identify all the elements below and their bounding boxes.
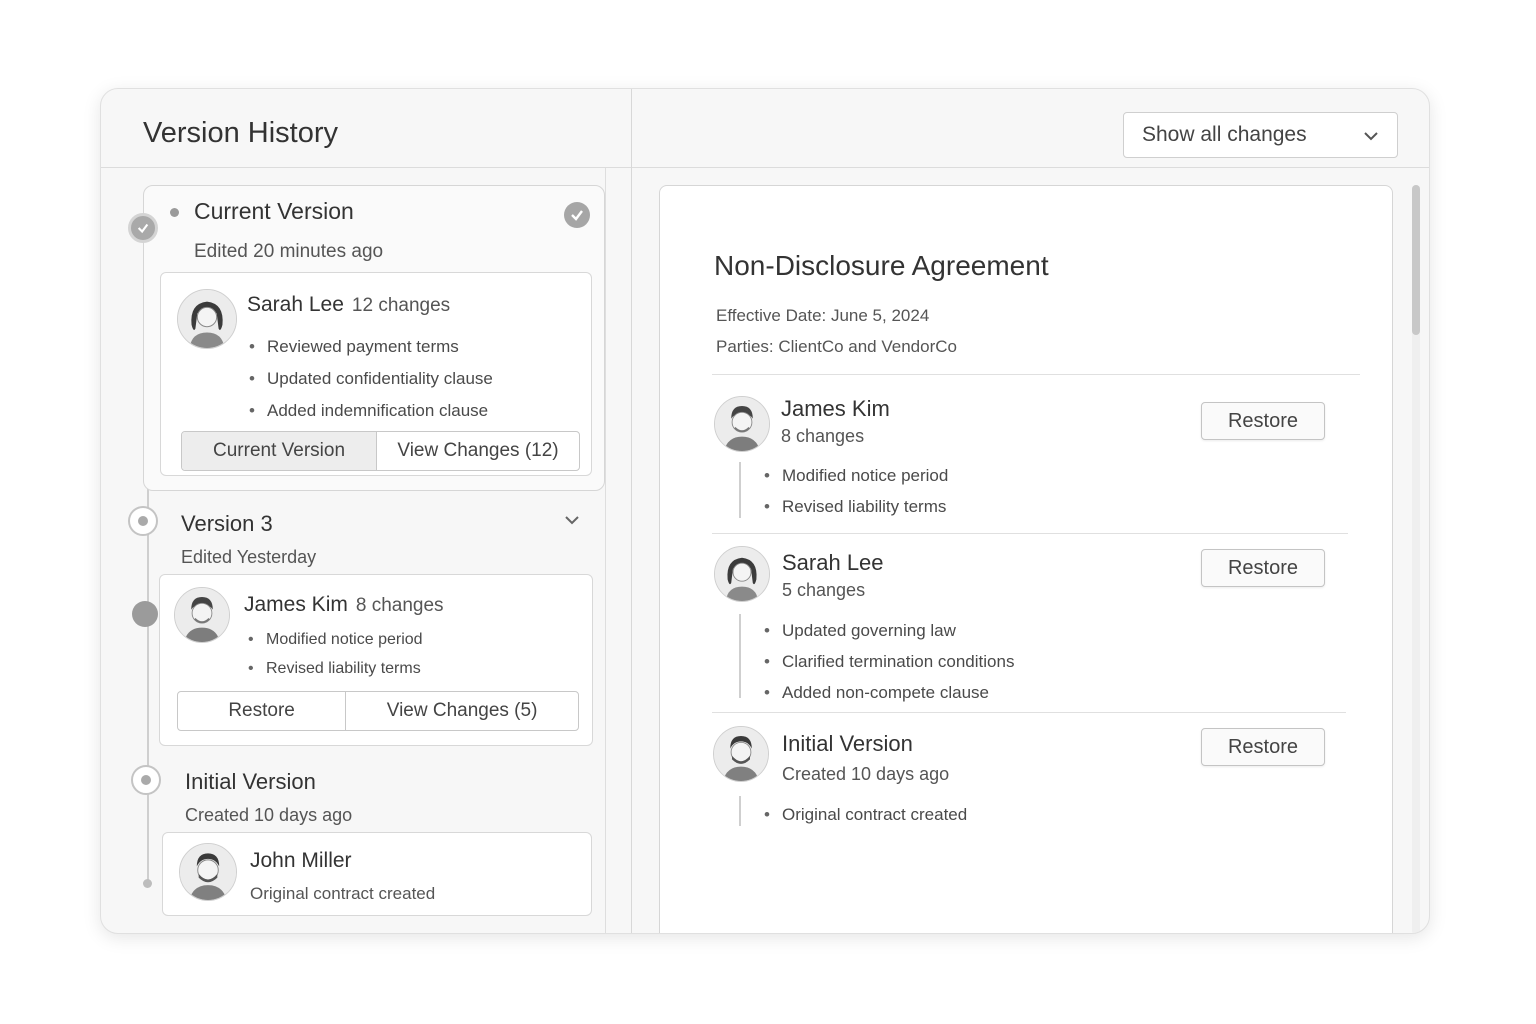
- initial-change-summary: John Miller Original contract created: [162, 832, 592, 916]
- list-item: Added indemnification clause: [249, 395, 493, 427]
- version-3-title: Version 3: [181, 511, 273, 536]
- avatar-icon: [714, 546, 770, 602]
- avatar-icon: [179, 843, 237, 901]
- list-item: Updated governing law: [764, 615, 1014, 646]
- entry-rule: [739, 796, 741, 826]
- panel-edge: [605, 168, 606, 933]
- timeline-node: [131, 765, 161, 795]
- view-changes-button[interactable]: View Changes (5): [345, 692, 578, 730]
- change-author: Sarah Lee 12 changes: [247, 293, 450, 317]
- document-preview: Non-Disclosure Agreement Effective Date:…: [659, 185, 1393, 933]
- check-icon: [564, 202, 590, 228]
- initial-note: Original contract created: [250, 884, 436, 903]
- avatar-icon: [177, 289, 237, 349]
- restore-button[interactable]: Restore: [1201, 549, 1325, 587]
- timeline-end: [143, 879, 152, 888]
- check-icon: [128, 213, 158, 243]
- change-author: James Kim 8 changes: [244, 593, 444, 617]
- entry-title: Initial Version: [782, 731, 913, 756]
- change-list: Reviewed payment terms Updated confident…: [249, 331, 493, 427]
- list-item: Revised liability terms: [248, 654, 423, 683]
- show-changes-select[interactable]: Show all changes: [1123, 112, 1398, 158]
- filter-selected-value: Show all changes: [1142, 123, 1307, 146]
- change-list: Modified notice period Revised liability…: [764, 460, 948, 522]
- current-version-title: Current Version: [194, 198, 354, 224]
- change-author: John Miller: [250, 849, 352, 873]
- change-count: 8 changes: [355, 595, 444, 616]
- chevron-down-icon: [1363, 123, 1379, 147]
- list-item: Modified notice period: [764, 460, 948, 491]
- initial-version-title: Initial Version: [185, 769, 316, 794]
- divider: [712, 533, 1348, 534]
- status-dot: [170, 208, 179, 217]
- view-changes-button[interactable]: View Changes (12): [376, 432, 579, 470]
- divider: [712, 712, 1346, 713]
- restore-button[interactable]: Restore: [1201, 728, 1325, 766]
- author-name: James Kim: [244, 593, 348, 616]
- page-title: Version History: [143, 117, 339, 149]
- entry-rule: [739, 614, 741, 698]
- entry-author: James Kim: [781, 396, 890, 421]
- entry-created: Created 10 days ago: [782, 764, 950, 784]
- entry-author: Sarah Lee: [782, 550, 884, 575]
- list-item: Updated confidentiality clause: [249, 363, 493, 395]
- entry-change-count: 8 changes: [781, 426, 865, 446]
- current-version-card[interactable]: Current Version Edited 20 minutes ago Sa…: [143, 185, 605, 491]
- version-3-actions: Restore View Changes (5): [177, 691, 579, 731]
- timeline-node: [128, 506, 158, 536]
- version-3-change-summary: James Kim 8 changes Modified notice perio…: [159, 574, 593, 746]
- parties: Parties: ClientCo and VendorCo: [716, 337, 957, 356]
- list-item: Modified notice period: [248, 625, 423, 654]
- divider: [712, 374, 1360, 375]
- list-item: Revised liability terms: [764, 491, 948, 522]
- current-change-summary: Sarah Lee 12 changes Reviewed payment ter…: [160, 272, 592, 476]
- initial-version-created: Created 10 days ago: [185, 805, 353, 825]
- list-item: Clarified termination conditions: [764, 646, 1014, 677]
- restore-button[interactable]: Restore: [178, 692, 345, 730]
- list-item: Original contract created: [764, 799, 967, 830]
- document-title: Non-Disclosure Agreement: [714, 250, 1049, 281]
- current-version-edited: Edited 20 minutes ago: [194, 241, 384, 262]
- change-count: 12 changes: [351, 295, 451, 316]
- entry-rule: [739, 462, 741, 518]
- scrollbar-thumb[interactable]: [1412, 185, 1420, 335]
- current-version-actions: Current Version View Changes (12): [181, 431, 580, 471]
- entry-change-count: 5 changes: [782, 580, 866, 600]
- effective-date: Effective Date: June 5, 2024: [716, 306, 930, 325]
- author-name: Sarah Lee: [247, 293, 344, 316]
- version-3-edited: Edited Yesterday: [181, 547, 317, 567]
- avatar-icon: [714, 396, 770, 452]
- restore-button[interactable]: Restore: [1201, 402, 1325, 440]
- chevron-down-icon[interactable]: [561, 509, 583, 531]
- change-list: Original contract created: [764, 799, 967, 830]
- avatar-icon: [174, 587, 230, 643]
- panel-divider: [631, 89, 632, 933]
- change-list: Modified notice period Revised liability…: [248, 625, 423, 683]
- timeline-node: [132, 601, 158, 627]
- current-version-button[interactable]: Current Version: [182, 432, 377, 470]
- change-list: Updated governing law Clarified terminat…: [764, 615, 1014, 708]
- list-item: Added non-compete clause: [764, 677, 1014, 708]
- avatar-icon: [713, 726, 769, 782]
- version-history-window: Version History Show all changes Current…: [100, 88, 1430, 934]
- list-item: Reviewed payment terms: [249, 331, 493, 363]
- author-name: John Miller: [250, 849, 352, 872]
